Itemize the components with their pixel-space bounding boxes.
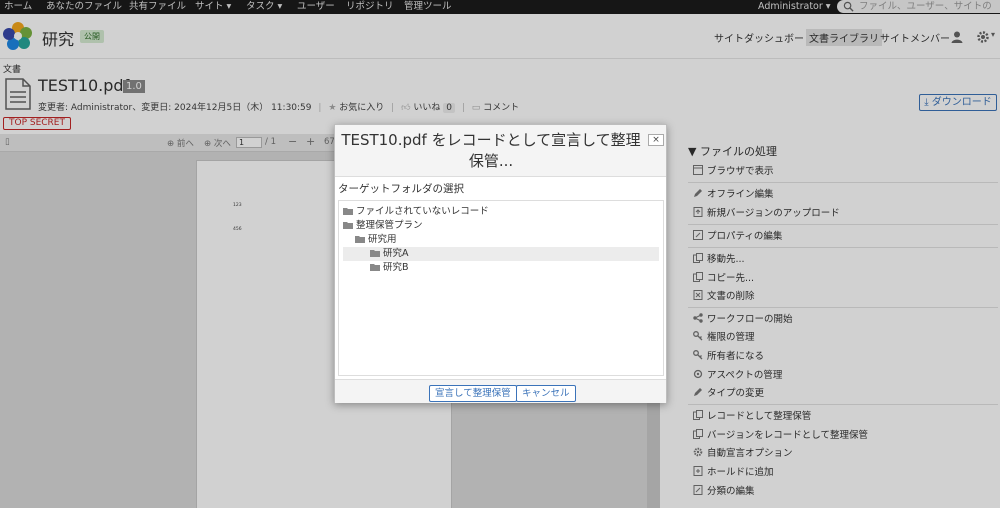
tree-item-unfiled-records[interactable]: ファイルされていないレコード	[339, 205, 663, 219]
tree-item-file-plan[interactable]: 整理保管プラン	[339, 219, 663, 233]
cancel-button[interactable]: キャンセル	[516, 385, 576, 402]
tree-item-research[interactable]: 研究用	[339, 233, 663, 247]
declare-record-dialog: TEST10.pdf をレコードとして宣言して整理保管... × ターゲットフォ…	[334, 124, 667, 403]
folder-icon	[343, 208, 353, 215]
tree-item-research-b[interactable]: 研究B	[343, 261, 667, 275]
dialog-title: TEST10.pdf をレコードとして宣言して整理保管...	[341, 131, 641, 170]
folder-icon	[355, 236, 365, 243]
dialog-header: TEST10.pdf をレコードとして宣言して整理保管... ×	[335, 125, 666, 177]
close-button[interactable]: ×	[648, 134, 664, 146]
declare-and-file-button[interactable]: 宣言して整理保管	[429, 385, 517, 402]
folder-icon	[343, 222, 353, 229]
tree-item-research-a[interactable]: 研究A	[343, 247, 659, 261]
folder-icon	[370, 250, 380, 257]
folder-icon	[370, 264, 380, 271]
folder-tree: ファイルされていないレコード 整理保管プラン 研究用 研究A 研究B	[338, 200, 664, 376]
dialog-footer: 宣言して整理保管 キャンセル	[335, 379, 666, 403]
dialog-subtitle: ターゲットフォルダの選択	[338, 183, 464, 195]
